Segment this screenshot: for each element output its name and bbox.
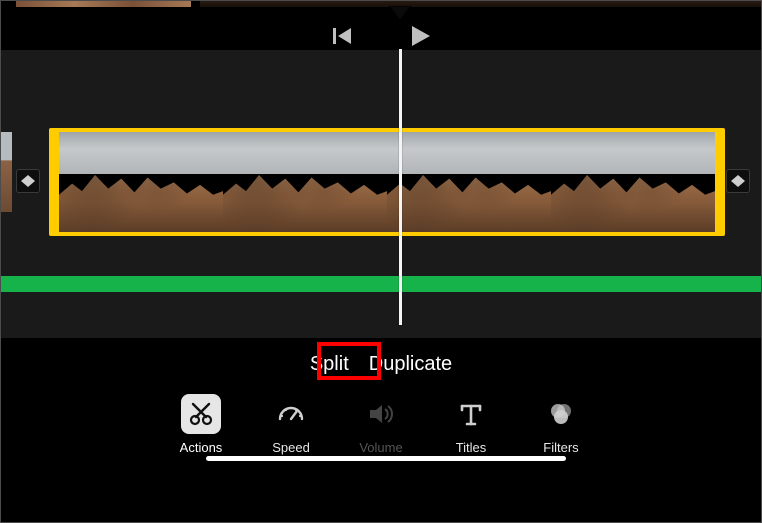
volume-tool: Volume (353, 394, 409, 455)
tool-label: Titles (456, 440, 487, 455)
clip-thumb (387, 132, 551, 232)
tool-label: Filters (543, 440, 578, 455)
duplicate-button[interactable]: Duplicate (367, 351, 454, 378)
filters-icon (541, 394, 581, 434)
scissors-icon (181, 394, 221, 434)
imovie-editor: { "playback": { "prev_label": "previous-… (0, 0, 762, 523)
clip-trim-right[interactable] (715, 132, 721, 232)
tool-label: Speed (272, 440, 310, 455)
clip-thumbnails (59, 132, 715, 232)
actions-tool[interactable]: Actions (173, 394, 229, 455)
tool-label: Actions (180, 440, 223, 455)
preview-thumb (16, 0, 191, 7)
clip-context-actions: Split Duplicate (0, 344, 762, 384)
timeline[interactable] (0, 50, 762, 338)
speed-tool[interactable]: Speed (263, 394, 319, 455)
clip-thumb (223, 132, 387, 232)
adjacent-clip[interactable] (0, 132, 12, 212)
toolbar-scroll-indicator[interactable] (206, 456, 566, 461)
preview-rest (200, 0, 762, 7)
titles-tool[interactable]: Titles (443, 394, 499, 455)
preview-sliver (0, 0, 762, 9)
split-button[interactable]: Split (308, 351, 351, 378)
text-icon (451, 394, 491, 434)
edit-toolbar: Actions Speed Volume Titles Filters (0, 388, 762, 480)
transition-end-icon[interactable] (726, 169, 750, 193)
skip-start-button[interactable] (329, 23, 355, 49)
transition-start-icon[interactable] (16, 169, 40, 193)
clip-thumb (59, 132, 223, 232)
selected-clip[interactable] (49, 128, 725, 236)
clip-thumb (551, 132, 715, 232)
gauge-icon (271, 394, 311, 434)
playback-controls (0, 22, 762, 50)
filters-tool[interactable]: Filters (533, 394, 589, 455)
speaker-icon (361, 394, 401, 434)
audio-track[interactable] (0, 276, 762, 292)
play-button[interactable] (407, 23, 433, 49)
tool-label: Volume (359, 440, 402, 455)
